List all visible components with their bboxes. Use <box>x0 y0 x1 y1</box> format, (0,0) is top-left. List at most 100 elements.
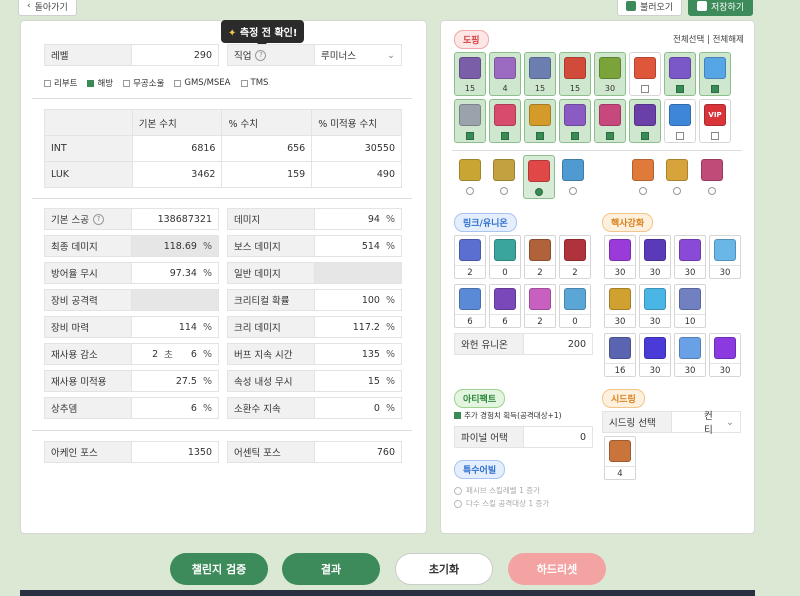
link-skill-slot[interactable]: 0 <box>559 284 591 328</box>
link-skill-slot[interactable]: 2 <box>524 284 556 328</box>
hexa-core-slot[interactable]: 30 <box>639 235 671 279</box>
deselect-all-link[interactable]: 전체해제 <box>713 35 744 45</box>
status-damage-input[interactable]: 6% <box>131 397 219 419</box>
link-skill-icon <box>564 288 586 310</box>
stat-input[interactable]: 6816 <box>131 135 223 162</box>
doping-count: 15 <box>569 84 581 93</box>
doping-item[interactable]: 4 <box>489 52 521 96</box>
help-icon[interactable]: ? <box>255 49 267 61</box>
summon-duration-input[interactable]: 0% <box>314 397 402 419</box>
stat-input[interactable]: 30550 <box>311 135 402 162</box>
artifact-option[interactable]: 추가 경험치 획득(공격대상+1) <box>454 410 562 421</box>
server-option-liberation[interactable]: 해방 <box>87 77 113 89</box>
doping-count: 15 <box>464 84 476 93</box>
buff-option[interactable] <box>661 155 693 199</box>
link-skill-slot[interactable]: 2 <box>559 235 591 279</box>
result-button[interactable]: 결과 <box>282 553 380 585</box>
crit-rate-input[interactable]: 100% <box>314 289 402 311</box>
job-select[interactable]: 루미너스 ⌄ <box>314 44 402 66</box>
link-skill-slot[interactable]: 2 <box>454 235 486 279</box>
hexa-core-slot[interactable]: 30 <box>709 235 741 279</box>
doping-item[interactable]: VIP <box>699 99 731 143</box>
buff-option[interactable] <box>488 155 520 199</box>
hexa-core-slot[interactable]: 16 <box>604 333 636 377</box>
link-skill-slot[interactable]: 6 <box>454 284 486 328</box>
field-value: 6 <box>190 348 197 360</box>
doping-item[interactable] <box>664 99 696 143</box>
server-option-tms[interactable]: TMS <box>240 77 268 89</box>
final-attack-input[interactable]: 0 <box>523 426 593 448</box>
buff-option[interactable] <box>557 155 589 199</box>
challenger-verify-button[interactable]: 챌린지 검증 <box>170 553 268 585</box>
doping-item[interactable]: 30 <box>594 52 626 96</box>
seed-select[interactable]: 컨티 ⌄ <box>671 411 741 436</box>
buff-duration-input[interactable]: 135% <box>314 343 402 365</box>
link-skill-slot[interactable]: 2 <box>524 235 556 279</box>
doping-item[interactable] <box>454 99 486 143</box>
equip-magic-input[interactable]: 114% <box>131 316 219 338</box>
union-input[interactable]: 200 <box>523 333 593 355</box>
doping-item[interactable] <box>559 99 591 143</box>
cooldown-unapplied-input[interactable]: 27.5% <box>131 370 219 392</box>
ignore-def-input[interactable]: 97.34% <box>131 262 219 284</box>
back-button[interactable]: ‹ 돌아가기 <box>18 0 77 16</box>
buff-option[interactable] <box>454 155 486 199</box>
divider <box>32 98 412 99</box>
radio-icon <box>639 187 647 195</box>
link-skill-slot[interactable]: 6 <box>489 284 521 328</box>
final-attack-label: 파이널 어택 <box>454 426 524 448</box>
doping-item[interactable] <box>629 52 661 96</box>
hexa-core-slot[interactable]: 30 <box>604 235 636 279</box>
summon-duration-label: 소환수 지속 <box>227 397 315 419</box>
cooldown-input[interactable]: 2초 6% <box>131 343 219 365</box>
boss-damage-input[interactable]: 514% <box>314 235 402 257</box>
doping-item[interactable]: 15 <box>454 52 486 96</box>
special-option-2[interactable]: 다수 스킬 공격대상 1 증가 <box>454 497 549 510</box>
hexa-core-slot[interactable]: 30 <box>639 284 671 328</box>
buff-option[interactable] <box>523 155 555 199</box>
doping-item[interactable] <box>524 99 556 143</box>
crit-damage-input[interactable]: 117.2% <box>314 316 402 338</box>
link-skill-slot[interactable]: 0 <box>489 235 521 279</box>
hexa-core-slot[interactable]: 10 <box>674 284 706 328</box>
doping-item[interactable] <box>699 52 731 96</box>
seed-ring-slot[interactable]: 4 <box>604 436 636 480</box>
checkbox-icon <box>711 85 719 93</box>
save-button[interactable]: 저장하기 <box>688 0 754 16</box>
ignore-elem-input[interactable]: 15% <box>314 370 402 392</box>
damage-input[interactable]: 94% <box>314 208 402 230</box>
hexa-core-slot[interactable]: 30 <box>604 284 636 328</box>
authentic-force-input[interactable]: 760 <box>314 441 402 463</box>
help-icon[interactable]: ? <box>92 213 104 225</box>
stat-input[interactable]: 159 <box>221 161 313 188</box>
stat-input[interactable]: 490 <box>311 161 402 188</box>
select-all-link[interactable]: 전체선택 <box>673 35 704 45</box>
hard-reset-button[interactable]: 하드리셋 <box>508 553 606 585</box>
server-option-gms[interactable]: GMS/MSEA <box>174 77 231 89</box>
reset-button[interactable]: 초기화 <box>395 553 493 585</box>
doping-item[interactable] <box>594 99 626 143</box>
level-label: 레벨 <box>51 51 69 62</box>
doping-item[interactable] <box>664 52 696 96</box>
level-input[interactable]: 290 <box>131 44 219 66</box>
doping-item[interactable] <box>489 99 521 143</box>
hexa-core-slot[interactable]: 30 <box>639 333 671 377</box>
stat-input[interactable]: 656 <box>221 135 313 162</box>
buff-option[interactable] <box>627 155 659 199</box>
stat-input[interactable]: 3462 <box>131 161 223 188</box>
doping-item[interactable]: 15 <box>524 52 556 96</box>
special-option-1[interactable]: 패시브 스킬레벨 1 증가 <box>454 484 549 497</box>
artifact-option-label: 추가 경험치 획득(공격대상+1) <box>464 411 562 420</box>
buff-option[interactable] <box>696 155 728 199</box>
server-option-reboot[interactable]: 리부트 <box>44 77 77 89</box>
load-button[interactable]: 불러오기 <box>617 0 683 16</box>
base-scouter-input[interactable]: 138687321 <box>131 208 219 230</box>
hexa-core-slot[interactable]: 30 <box>709 333 741 377</box>
arcane-force-input[interactable]: 1350 <box>131 441 219 463</box>
hexa-core-slot[interactable]: 30 <box>674 235 706 279</box>
doping-item[interactable] <box>629 99 661 143</box>
hexa-core-slot[interactable]: 30 <box>674 333 706 377</box>
link-skill-icon <box>529 288 551 310</box>
doping-item[interactable]: 15 <box>559 52 591 96</box>
server-option-mugong[interactable]: 무공소울 <box>123 77 164 89</box>
